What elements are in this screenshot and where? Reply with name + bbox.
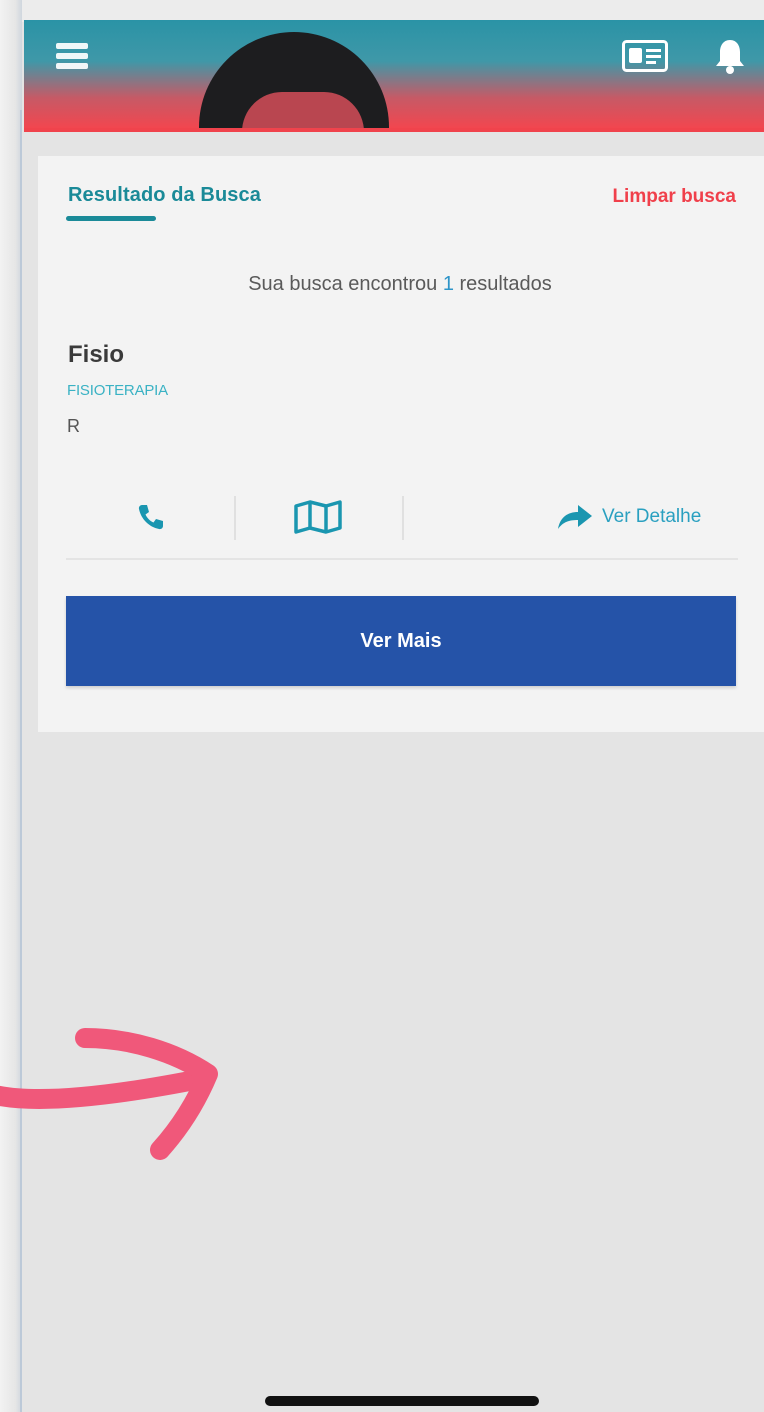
header-bottom-border [24, 128, 764, 132]
header-photo-face [242, 92, 364, 128]
action-divider [402, 496, 404, 540]
view-details-label: Ver Detalhe [602, 506, 702, 527]
summary-suffix: resultados [459, 273, 552, 295]
summary-count: 1 [442, 273, 454, 295]
annotation-arrow-icon [0, 1028, 218, 1160]
action-divider [234, 496, 236, 540]
result-divider [66, 558, 738, 560]
view-details-link[interactable]: Ver Detalhe [556, 496, 701, 538]
tab-search-results[interactable]: Resultado da Busca [68, 184, 261, 207]
tab-active-indicator [66, 216, 156, 221]
phone-icon[interactable] [128, 496, 174, 538]
search-summary: Sua busca encontrou 1 resultados [0, 273, 764, 296]
bell-icon[interactable] [704, 32, 756, 80]
hamburger-menu-icon[interactable] [48, 36, 96, 76]
result-detail-text: R [67, 416, 80, 436]
result-category: FISIOTERAPIA [67, 382, 168, 399]
device-left-edge [0, 0, 22, 1412]
phone-screen: Resultado da Busca Limpar busca Sua busc… [0, 0, 764, 1412]
summary-prefix: Sua busca encontrou [248, 273, 438, 295]
home-indicator[interactable] [265, 1396, 539, 1406]
id-card-icon[interactable] [616, 34, 674, 78]
view-more-button[interactable]: Ver Mais [66, 596, 736, 686]
device-top-edge [0, 0, 764, 22]
map-icon[interactable] [290, 496, 346, 538]
clear-search-link[interactable]: Limpar busca [612, 186, 736, 208]
share-arrow-icon [558, 505, 592, 529]
result-name: Fisio [68, 341, 125, 368]
